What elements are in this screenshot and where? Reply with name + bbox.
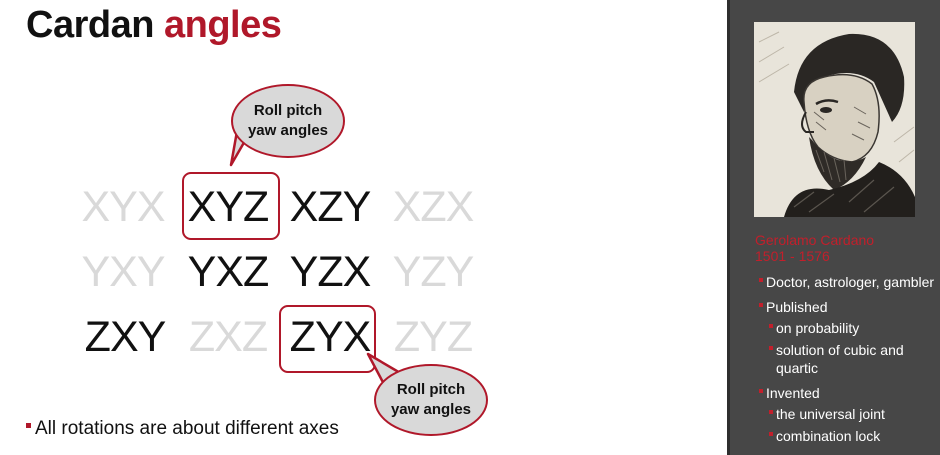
cardano-portrait-icon [754, 22, 915, 217]
angle-sequence-yxy: YXY [81, 248, 165, 296]
sidebar-item-published: Published [759, 299, 828, 315]
angle-sequence-zxy: ZXY [84, 313, 167, 361]
bullet-square-icon [26, 423, 31, 429]
bullet-square-icon [769, 324, 773, 329]
bullet-square-icon [759, 303, 763, 308]
angle-sequence-xzx: XZX [392, 183, 475, 231]
slide: Cardan angles XYX XYZ XZY XZX YXY YXZ YZ… [0, 0, 727, 455]
sidebar-item-invented: Invented [759, 385, 820, 401]
bullet-text: All rotations are about different axes [35, 418, 339, 439]
sidebar: Gerolamo Cardano 1501 - 1576 Doctor, ast… [727, 0, 940, 455]
slide-title: Cardan angles [26, 4, 282, 47]
sidebar-subitem-probability: on probability [769, 320, 859, 336]
person-dates: 1501 - 1576 [755, 248, 830, 264]
sidebar-item-text: quartic [776, 360, 819, 376]
sidebar-edge [727, 0, 730, 455]
bullet-square-icon [769, 432, 773, 437]
bullet-square-icon [759, 278, 763, 283]
title-word-angles: angles [163, 4, 282, 46]
sidebar-item-text: on probability [776, 320, 860, 336]
bullet-point: All rotations are about different axes [26, 418, 339, 440]
sidebar-item-text: Invented [766, 385, 820, 401]
bullet-square-icon [769, 346, 773, 351]
sidebar-item-doctor: Doctor, astrologer, gambler [759, 274, 934, 290]
angle-sequence-xzy: XZY [289, 183, 372, 231]
sidebar-item-text: combination lock [776, 428, 881, 444]
callout-bottom-line2: yaw angles [390, 401, 472, 418]
callout-top-line1: Roll pitch [253, 102, 323, 119]
callout-roll-pitch-yaw-bottom: Roll pitch yaw angles [374, 364, 488, 436]
sidebar-item-text: Published [766, 299, 828, 315]
angle-sequence-yzx: YZX [289, 248, 372, 296]
person-name: Gerolamo Cardano [755, 232, 875, 248]
title-word-cardan: Cardan [26, 4, 154, 46]
callout-bottom-line1: Roll pitch [396, 381, 466, 398]
angle-sequence-yzy: YZY [392, 248, 475, 296]
angle-sequence-yxz: YXZ [187, 248, 270, 296]
bullet-square-icon [759, 389, 763, 394]
angle-sequence-xyx: XYX [81, 183, 165, 231]
highlight-box-xyz [182, 172, 280, 240]
portrait-engraving [754, 22, 915, 217]
bullet-square-icon [769, 410, 773, 415]
sidebar-subitem-cubic: solution of cubic and [769, 342, 904, 358]
sidebar-item-text: the universal joint [776, 406, 885, 422]
sidebar-item-text: Doctor, astrologer, gambler [766, 274, 935, 290]
sidebar-subitem-quartic: quartic [769, 360, 818, 376]
callout-roll-pitch-yaw-top: Roll pitch yaw angles [231, 84, 345, 158]
angle-sequence-zxz: ZXZ [188, 313, 268, 361]
sidebar-item-text: solution of cubic and [776, 342, 904, 358]
sidebar-subitem-combination-lock: combination lock [769, 428, 880, 444]
sidebar-subitem-universal-joint: the universal joint [769, 406, 885, 422]
callout-top-line2: yaw angles [247, 122, 329, 139]
